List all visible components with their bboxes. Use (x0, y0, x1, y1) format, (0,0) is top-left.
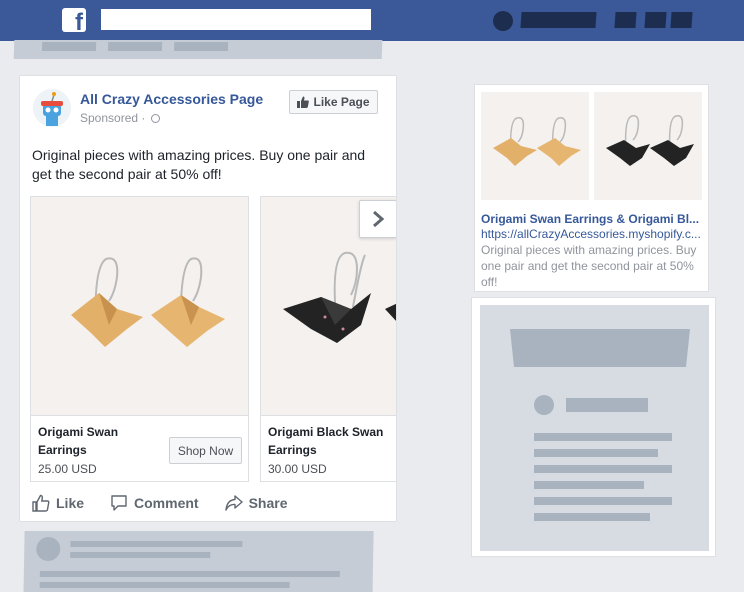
rhs-ad-url[interactable]: https://allCrazyAccessories.myshopify.c.… (481, 227, 705, 241)
thumbs-up-icon (32, 494, 50, 512)
carousel-next-button[interactable] (359, 200, 396, 238)
product-price: 25.00 USD (38, 462, 97, 476)
rhs-ad-title[interactable]: Origami Swan Earrings & Origami Bl... (481, 212, 705, 226)
nav-placeholder-name[interactable] (520, 12, 597, 28)
carousel-card[interactable]: Origami Swan Earrings 25.00 USD Shop Now (30, 196, 249, 482)
page-avatar[interactable] (33, 89, 71, 127)
shop-now-button[interactable]: Shop Now (169, 437, 242, 464)
right-column-placeholder (471, 297, 716, 557)
post-message: Original pieces with amazing prices. Buy… (32, 147, 366, 182)
nav-placeholder-icon[interactable] (670, 12, 693, 28)
like-page-button[interactable]: Like Page (289, 90, 378, 114)
right-column-ad[interactable]: Origami Swan Earrings & Origami Bl... ht… (474, 84, 709, 292)
rhs-ad-description: Original pieces with amazing prices. Buy… (481, 243, 697, 289)
globe-icon (150, 114, 160, 123)
profile-avatar-placeholder[interactable] (493, 11, 513, 31)
product-title[interactable]: Origami Swan Earrings (38, 423, 158, 459)
product-price: 30.00 USD (268, 462, 327, 476)
comment-action[interactable]: Comment (110, 493, 199, 513)
rhs-product-image-black[interactable] (594, 92, 702, 200)
top-nav-bar: f (0, 0, 744, 41)
nav-placeholder-icon[interactable] (644, 12, 667, 28)
page-name-link[interactable]: All Crazy Accessories Page (80, 91, 263, 107)
share-action[interactable]: Share (224, 493, 288, 513)
search-input[interactable] (101, 9, 371, 30)
thumbs-up-icon (297, 96, 310, 108)
feed-post-placeholder (23, 531, 374, 592)
chevron-right-icon (373, 210, 385, 228)
sponsored-post: All Crazy Accessories Page Sponsored · L… (19, 75, 397, 522)
facebook-logo-icon[interactable]: f (62, 8, 86, 35)
product-image-gold-swan-earrings[interactable] (31, 197, 248, 416)
carousel-card[interactable]: Origami Black Swan Earrings 30.00 USD (260, 196, 396, 482)
nav-placeholder-icon[interactable] (614, 12, 637, 28)
post-actions: Like Comment Share (32, 493, 288, 513)
composer-placeholder (13, 40, 383, 59)
product-title[interactable]: Origami Black Swan Earrings (268, 423, 388, 459)
rhs-product-image-gold[interactable] (481, 92, 589, 200)
sponsored-label: Sponsored · (80, 111, 160, 125)
share-arrow-icon (224, 495, 243, 511)
like-action[interactable]: Like (32, 493, 84, 513)
product-carousel: Origami Swan Earrings 25.00 USD Shop Now… (30, 196, 396, 483)
comment-bubble-icon (111, 495, 127, 511)
